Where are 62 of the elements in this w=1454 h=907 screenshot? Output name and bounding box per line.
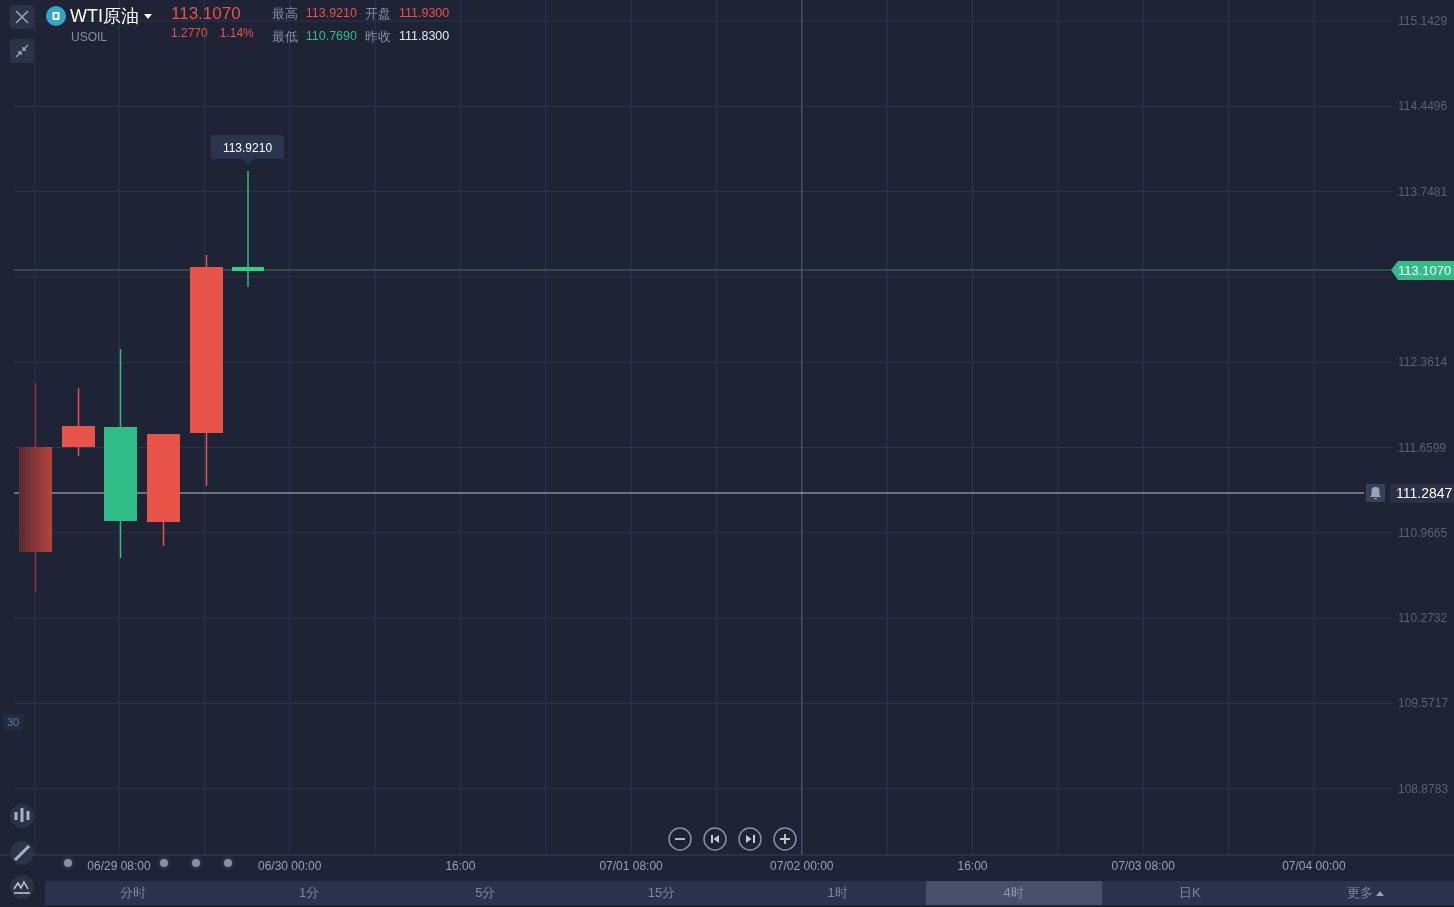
close-button[interactable] (10, 5, 34, 29)
handle-dot[interactable] (157, 856, 171, 870)
period-tab[interactable]: 分时 (45, 881, 222, 905)
zoom-out-button[interactable] (668, 827, 692, 851)
price-axis-label: 110.2732 (1398, 611, 1448, 626)
current-price-tag: 113.1070 (1391, 261, 1454, 280)
last-price: 113.1070 (171, 4, 242, 24)
handle-dot[interactable] (221, 856, 235, 870)
period-tab[interactable]: 5分 (397, 881, 574, 905)
period-tab[interactable]: 1时 (749, 881, 926, 905)
stat-value: 111.8300 (398, 29, 450, 45)
price-axis-label: 111.6599 (1398, 440, 1447, 455)
collapse-button[interactable] (10, 39, 34, 63)
price-axis-label: 109.5717 (1398, 696, 1449, 711)
side-label: 30 (3, 714, 24, 730)
stat-value: 110.7690 (305, 29, 357, 45)
handle-dot[interactable] (189, 856, 203, 870)
symbol-code: USOIL (71, 30, 108, 44)
close-icon (14, 9, 30, 25)
time-axis-label: 07/04 00:00 (1282, 859, 1346, 873)
handle-dot[interactable] (61, 856, 75, 870)
indicator-icon[interactable] (10, 875, 34, 899)
collapse-arrows-icon (14, 43, 30, 59)
skip-forward-button[interactable] (738, 827, 762, 851)
period-tab[interactable]: 15分 (573, 881, 750, 905)
period-tab[interactable]: 更多 (1277, 881, 1454, 905)
skip-back-button[interactable] (703, 827, 727, 851)
price-change: 1.2770 (171, 26, 208, 40)
stat-label: 开盘 (364, 6, 391, 23)
time-axis-label: 16:00 (445, 859, 476, 873)
stat-label: 最高 (271, 6, 298, 23)
dropdown-caret-icon[interactable] (143, 12, 153, 20)
stat-label: 昨收 (364, 29, 391, 46)
price-tooltip: 113.9210 (211, 135, 284, 165)
caret-up-icon (1376, 890, 1385, 896)
stat-label: 最低 (271, 29, 298, 46)
price-change-percent: 1.14% (219, 26, 254, 40)
period-tab[interactable]: 日K (1101, 881, 1278, 905)
period-tab[interactable]: 4时 (925, 881, 1102, 905)
time-axis-label: 07/02 00:00 (770, 859, 834, 873)
price-axis-label: 115.1429 (1398, 14, 1448, 28)
stat-value: 113.9210 (305, 6, 357, 22)
price-axis-label: 108.8783 (1398, 781, 1449, 796)
time-axis-label: 07/01 08:00 (599, 859, 663, 873)
crosshair-price-label: 111.2847 (1390, 484, 1454, 503)
time-axis-label: 16:00 (957, 859, 988, 873)
symbol-name[interactable]: WTI原油 (70, 4, 139, 28)
price-axis-label: 113.7481 (1398, 184, 1448, 199)
symbol-icon (46, 6, 66, 26)
candle-chart-icon[interactable] (10, 804, 34, 828)
period-tab[interactable]: 1分 (221, 881, 398, 905)
price-axis-label: 110.9665 (1398, 525, 1448, 540)
price-axis-label: 114.4496 (1398, 99, 1448, 114)
pen-icon[interactable] (10, 841, 34, 865)
time-axis-label: 06/30 00:00 (258, 859, 322, 873)
candlestick (62, 387, 95, 457)
price-axis-label: 112.3614 (1398, 355, 1448, 370)
time-axis-label: 06/29 08:00 (87, 859, 151, 873)
stat-value: 111.9300 (398, 6, 450, 22)
time-axis-label: 07/03 08:00 (1111, 859, 1175, 873)
zoom-in-button[interactable] (773, 827, 797, 851)
alert-bell-icon[interactable] (1366, 484, 1385, 502)
